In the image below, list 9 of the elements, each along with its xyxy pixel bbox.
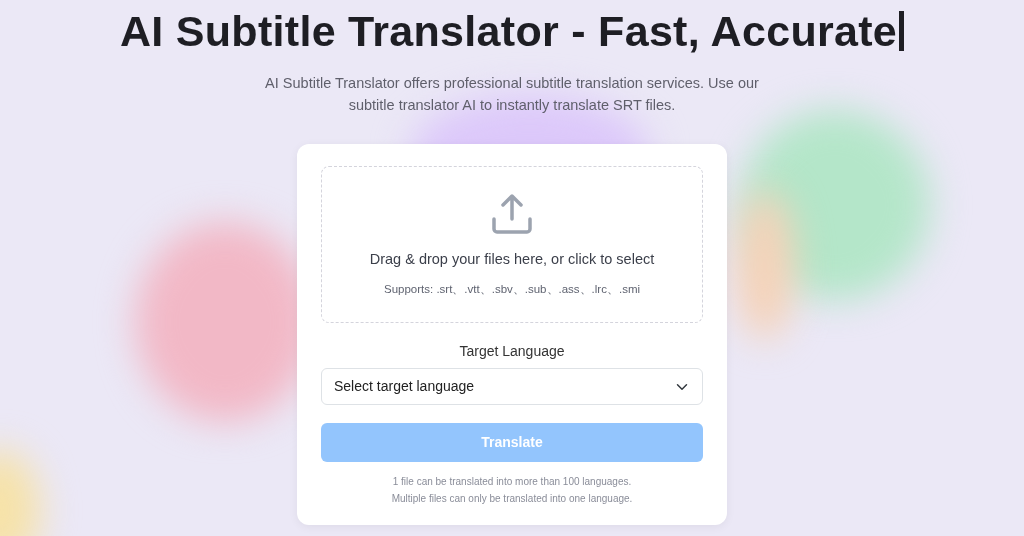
file-drop-zone[interactable]: Drag & drop your files here, or click to select Supports: .srt、.vtt、.sbv、.sub、.ass、.lrc、.smi (321, 166, 703, 323)
info-note: Multiple files can only be translated into one language. (390, 492, 634, 506)
field-label: Target Language (458, 342, 566, 361)
upload-prompt: Drag & drop your files here, or click to select (369, 250, 655, 269)
page-title: AI Subtitle Translator - Fast, Accurate (0, 6, 1024, 56)
supported-formats: Supports: .srt、.vtt、.sbv、.sub、.ass、.lrc、.smi (383, 281, 641, 297)
language-select[interactable]: Select target language (321, 368, 703, 405)
page-description: AI Subtitle Translator offers professional subtitle translation services. Use our subtitle translator AI to instantly translate SRT files. (264, 74, 760, 115)
info-note: 1 file can be translated into more than 100 languages. (391, 475, 633, 489)
